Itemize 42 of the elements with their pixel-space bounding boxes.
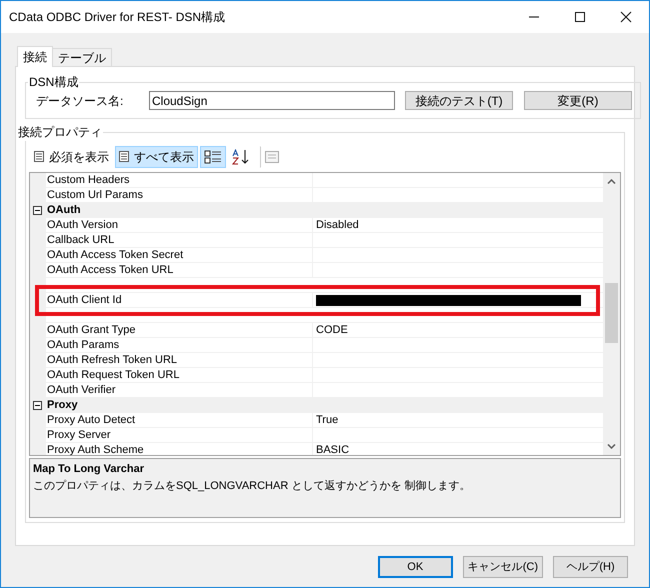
tab[interactable]: テーブル [53, 48, 112, 66]
group-title: 接続プロパティ [17, 124, 103, 141]
dialog-button[interactable]: OK [378, 556, 453, 578]
scroll-thumb[interactable] [605, 283, 618, 343]
scroll-up-icon [607, 179, 616, 184]
list-icon [119, 151, 130, 163]
category-name: Proxy [47, 398, 78, 414]
group-title: DSN構成 [28, 74, 80, 91]
property-name[interactable]: Proxy Auth Scheme [46, 443, 313, 455]
categorized-list-icon [204, 149, 222, 165]
tab[interactable]: 接続 [17, 46, 53, 67]
data-source-name-field[interactable]: CloudSign [149, 91, 395, 110]
category-name: OAuth [47, 203, 81, 218]
scrollbar[interactable] [603, 173, 620, 455]
description-text: このプロパティは、カラムをSQL_LONGVARCHAR として返すかどうかを 制御します。 [33, 478, 472, 494]
category-row[interactable]: OAuth [30, 203, 603, 218]
property-pages-icon [264, 149, 280, 165]
maximize-icon[interactable] [574, 11, 586, 23]
collapse-icon[interactable] [33, 401, 42, 410]
dialog-button[interactable]: 接続のテスト(T) [405, 91, 513, 110]
sort-alphabetical-icon [232, 149, 250, 165]
category-row[interactable]: Proxy [30, 398, 603, 413]
property-value[interactable]: BASIC [316, 443, 350, 455]
collapse-icon[interactable] [33, 206, 42, 215]
description-title: Map To Long Varchar [33, 462, 146, 477]
list-icon [34, 151, 45, 163]
toolbar-button[interactable]: 必須を表示 [30, 146, 113, 168]
property-value[interactable]: True [316, 413, 338, 427]
property-name[interactable]: OAuth Grant Type [46, 323, 313, 337]
toolbar-button[interactable] [200, 146, 226, 168]
property-value[interactable]: Disabled [316, 218, 359, 232]
property-value[interactable]: CODE [316, 323, 348, 337]
dialog-button[interactable]: 変更(R) [524, 91, 632, 110]
field-label: データソース名: [35, 92, 124, 110]
property-name[interactable]: Proxy Auto Detect [46, 413, 313, 427]
scroll-down-icon [607, 444, 616, 449]
window-title: CData ODBC Driver for REST- DSN構成 [9, 9, 226, 26]
dialog-button[interactable]: ヘルプ(H) [553, 556, 628, 578]
toolbar-button[interactable]: すべて表示 [115, 146, 198, 168]
property-name[interactable]: OAuth Version [46, 218, 313, 232]
dialog-button[interactable]: キャンセル(C) [462, 556, 543, 578]
close-icon[interactable] [620, 11, 632, 23]
